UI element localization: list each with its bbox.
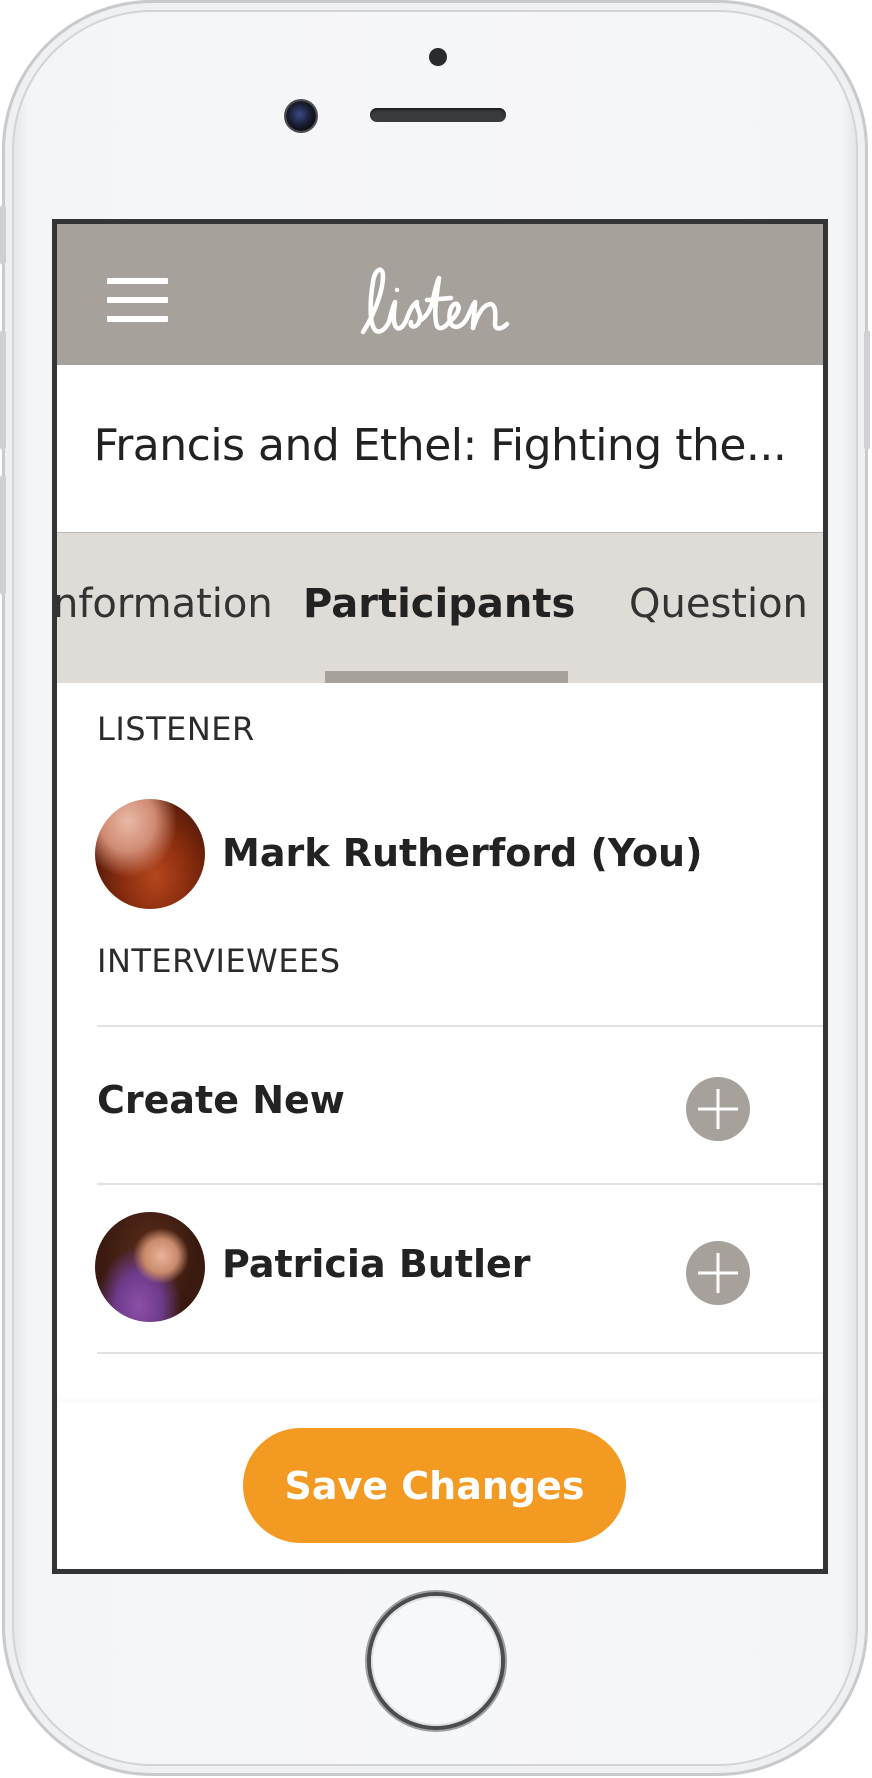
tab-questions[interactable]: Question [629,581,808,627]
story-title-area: Francis and Ethel: Fighting the... [57,365,823,533]
listener-name: Mark Rutherford (You) [222,831,703,875]
active-tab-indicator [325,671,568,683]
save-changes-button[interactable]: Save Changes [243,1428,626,1543]
app-header: listen [57,224,823,365]
tab-information[interactable]: nformation [57,581,273,627]
home-button[interactable] [371,1596,501,1726]
create-new-plus-icon[interactable] [686,1077,750,1141]
proximity-sensor [429,48,447,66]
create-new-label[interactable]: Create New [97,1078,345,1122]
listener-section-label: LISTENER [97,710,255,748]
tab-participants[interactable]: Participants [303,581,575,627]
listen-logo: listen [360,267,510,335]
app-screen: listen Francis and Ethel: Fighting the..… [52,219,828,1574]
power-button [864,330,870,450]
interviewee-name: Patricia Butler [222,1242,531,1286]
hamburger-menu-icon[interactable] [107,278,168,322]
add-interviewee-plus-icon[interactable] [686,1241,750,1305]
divider [97,1352,823,1354]
story-title: Francis and Ethel: Fighting the... [93,420,787,471]
divider [97,1183,823,1185]
volume-down-button [0,475,6,595]
tab-bar: nformation Participants Question [57,533,823,683]
front-camera [286,101,316,131]
footer-bar: Save Changes [57,1402,823,1569]
mute-switch [0,205,6,265]
volume-up-button [0,330,6,450]
divider [97,1025,823,1027]
interviewee-avatar [95,1212,205,1322]
listener-avatar [95,799,205,909]
earpiece-speaker [370,108,506,122]
interviewees-section-label: INTERVIEWEES [97,942,341,980]
